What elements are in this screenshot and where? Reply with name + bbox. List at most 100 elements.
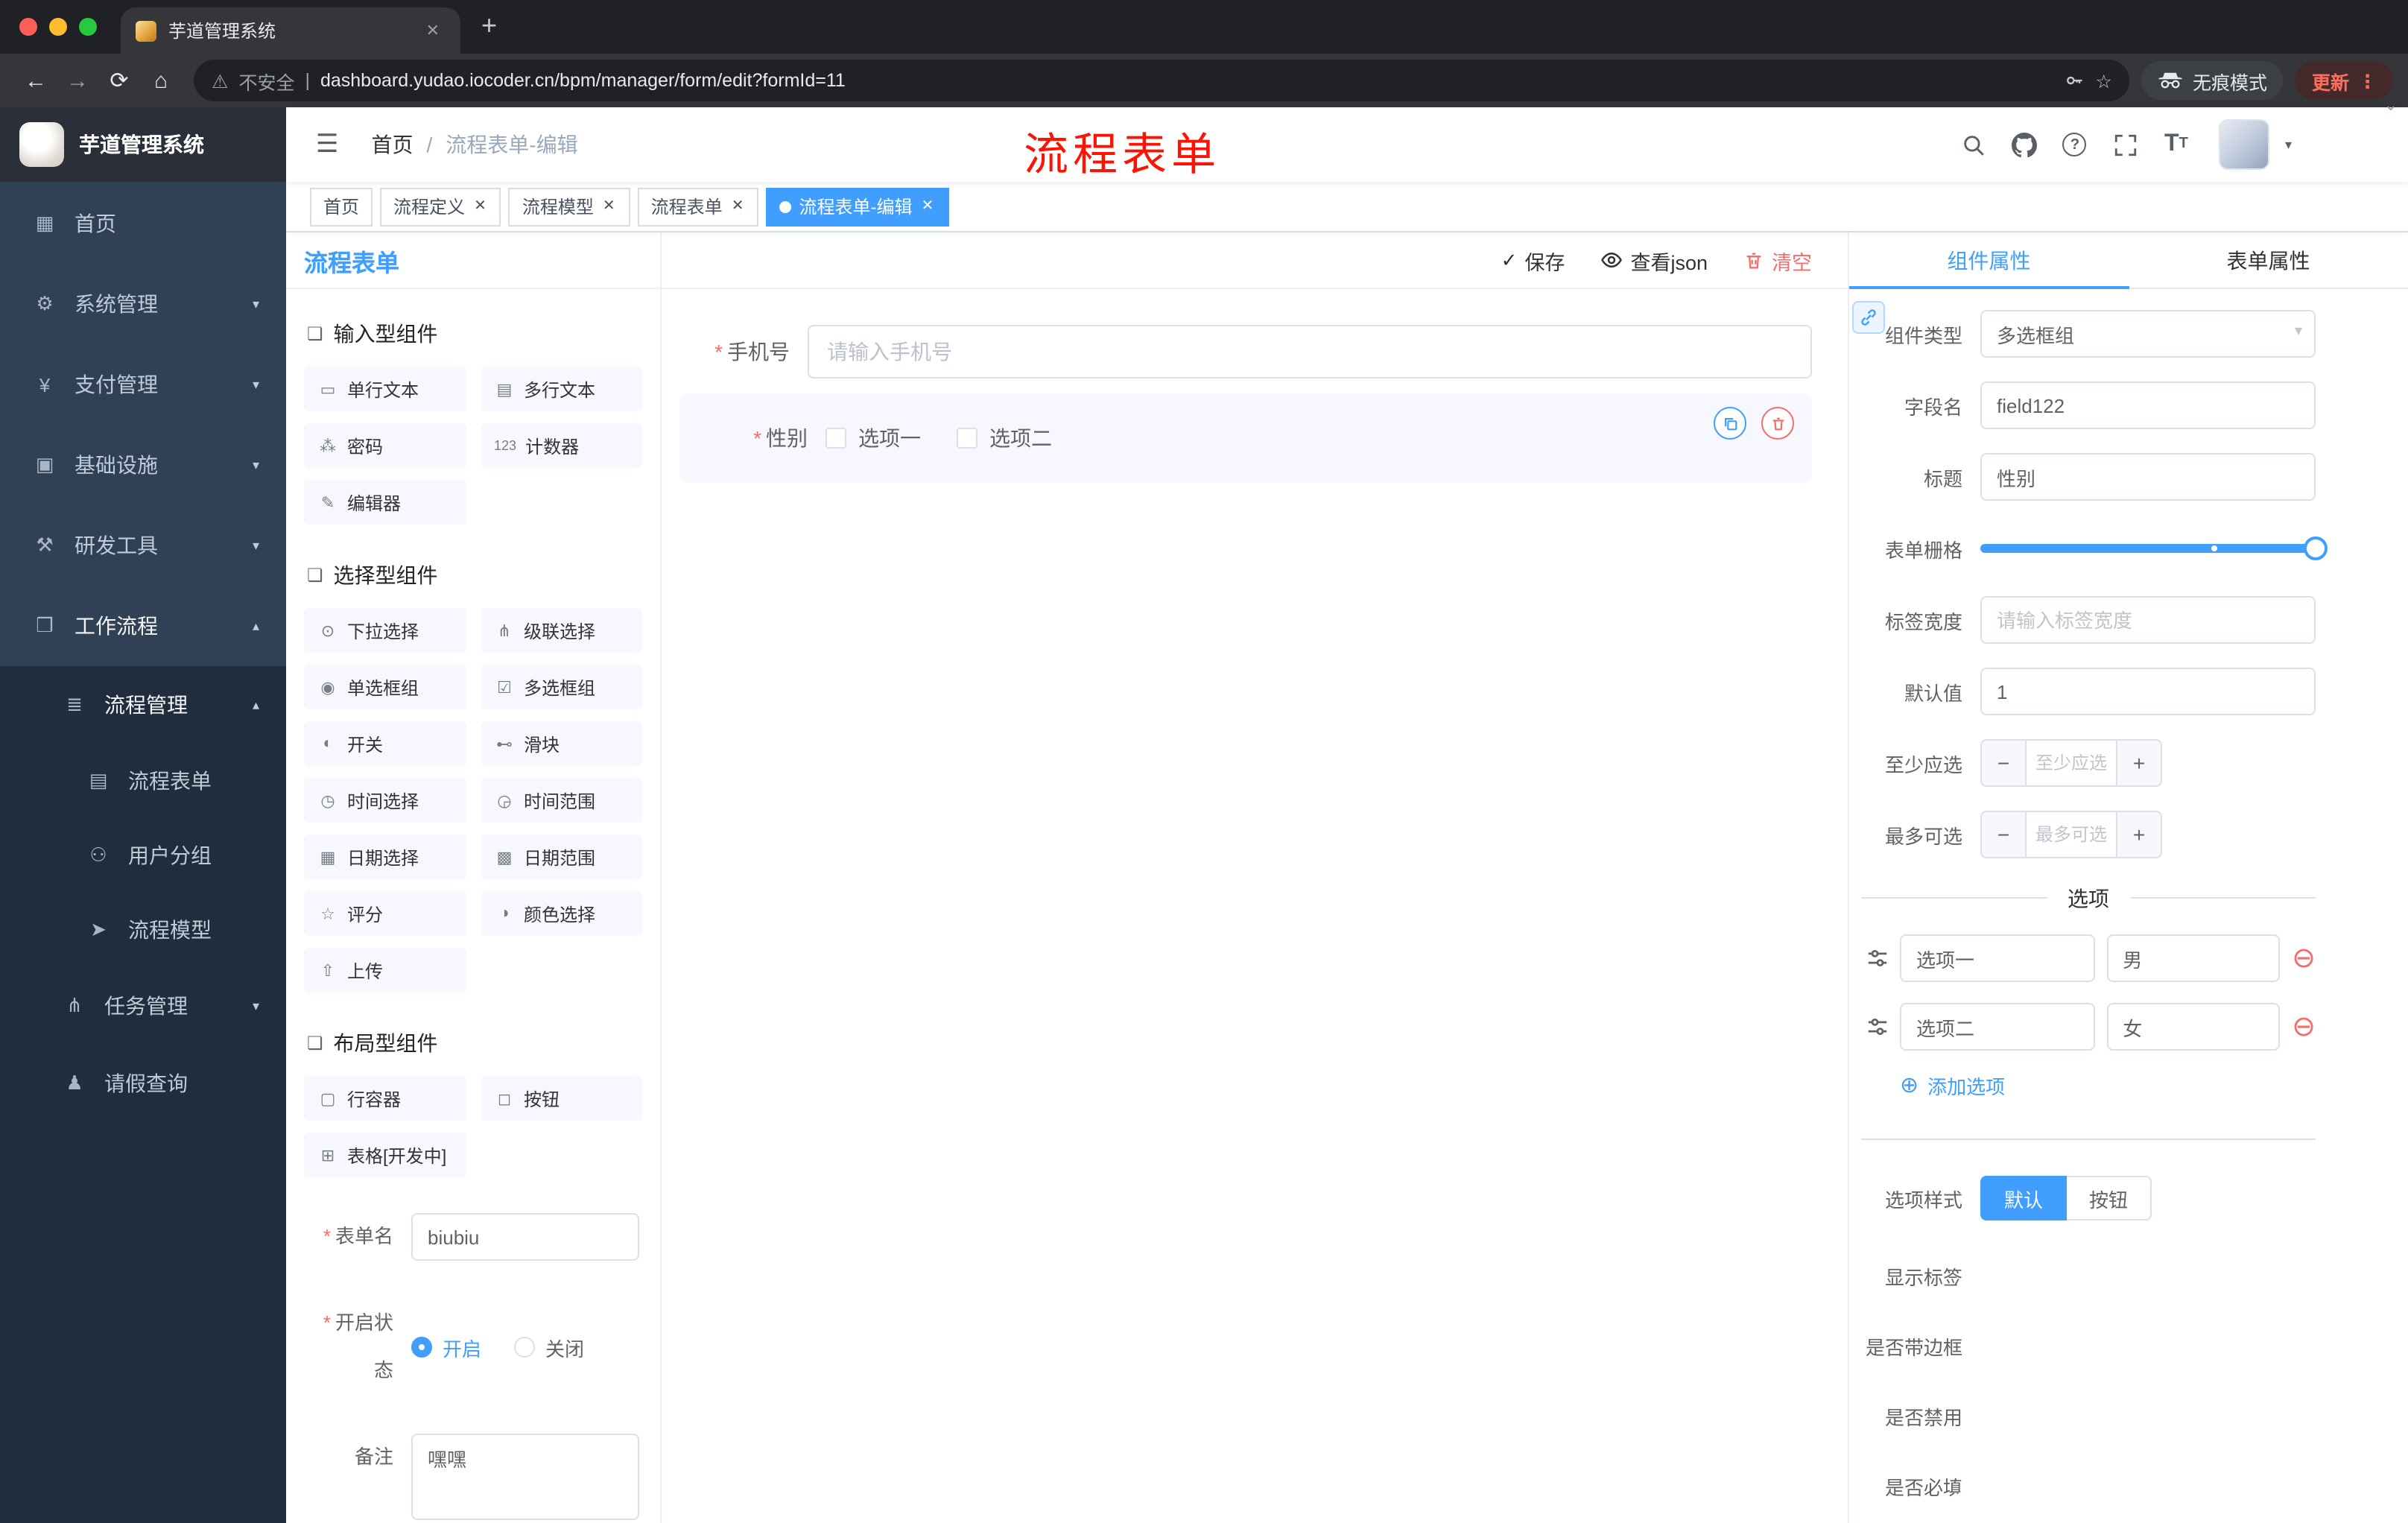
palette-item-table[interactable]: ⊞ 表格[开发中] [304,1133,466,1177]
close-icon[interactable]: ✕ [472,198,488,215]
min-select-input[interactable] [2027,741,2116,785]
view-json-button[interactable]: 查看json [1600,245,1708,275]
status-on-radio[interactable]: 开启 [411,1333,481,1361]
back-button[interactable]: ← [15,60,57,101]
tab-process-form[interactable]: 流程表单 ✕ [637,187,759,226]
tab-component-props[interactable]: 组件属性 [1849,232,2129,289]
minus-button[interactable]: − [1982,741,2027,785]
sidebar-item-process-management[interactable]: ≣ 流程管理 ▴ [0,666,286,744]
not-secure-label[interactable]: 不安全 [238,66,294,95]
form-name-input[interactable] [411,1213,639,1261]
palette-item-date-range[interactable]: ▩ 日期范围 [481,835,642,879]
sidebar-item-workflow[interactable]: ❒ 工作流程 ▴ [0,586,286,666]
hamburger-icon[interactable]: ☰ [310,130,345,159]
avatar-caret-icon[interactable]: ▾ [2285,136,2292,153]
palette-item-rate[interactable]: ☆ 评分 [304,891,466,936]
palette-item-color-picker[interactable]: ◑ 颜色选择 [481,891,642,936]
sidebar-item-user-group[interactable]: ⚇ 用户分组 [0,818,286,893]
component-type-value[interactable] [1980,310,2316,358]
link-icon[interactable] [1852,301,1885,334]
style-button-button[interactable]: 按钮 [2067,1176,2152,1220]
window-zoom-button[interactable] [79,18,97,36]
fullscreen-icon[interactable] [2112,131,2139,158]
tab-form-props[interactable]: 表单属性 [2129,232,2408,288]
sidebar-item-leave-query[interactable]: ♟ 请假查询 [0,1045,286,1122]
title-input[interactable] [1980,453,2316,501]
url-text[interactable]: dashboard.yudao.iocoder.cn/bpm/manager/f… [320,70,846,91]
field-name-input[interactable] [1980,381,2316,429]
sidebar-item-process-form[interactable]: ▤ 流程表单 [0,744,286,818]
browser-tab[interactable]: 芋道管理系统 ✕ [121,7,460,54]
palette-item-cascader[interactable]: ⋔ 级联选择 [481,608,642,653]
sidebar-item-payment[interactable]: ¥ 支付管理 ▾ [0,344,286,425]
minus-button[interactable]: − [1982,812,2027,857]
status-off-radio[interactable]: 关闭 [514,1333,584,1361]
field-gender-selected[interactable]: * 性别 选项一 选项二 [679,393,1812,483]
palette-item-time-picker[interactable]: ◷ 时间选择 [304,778,466,823]
sidebar-item-infrastructure[interactable]: ▣ 基础设施 ▾ [0,425,286,505]
plus-button[interactable]: + [2116,812,2161,857]
close-icon[interactable]: ✕ [730,198,746,215]
style-default-button[interactable]: 默认 [1980,1176,2068,1220]
option1-value-input[interactable] [2106,934,2281,982]
plus-button[interactable]: + [2116,741,2161,785]
sidebar-item-devtools[interactable]: ⚒ 研发工具 ▾ [0,505,286,586]
palette-item-row-container[interactable]: ▢ 行容器 [304,1076,466,1121]
github-icon[interactable] [2011,131,2038,158]
palette-item-counter[interactable]: 123 计数器 [481,423,642,468]
palette-item-radio-group[interactable]: ◉ 单选框组 [304,665,466,709]
font-size-icon[interactable]: TT [2163,131,2190,158]
label-width-input[interactable] [1980,596,2316,644]
delete-component-button[interactable] [1761,407,1794,440]
home-button[interactable]: ⌂ [140,60,182,101]
palette-item-upload[interactable]: ⇧ 上传 [304,948,466,992]
reload-button[interactable]: ⟳ [98,60,140,101]
drawing-board[interactable]: * 手机号 请输入手机号 * 性别 选项一 选项二 [662,289,1848,1523]
breadcrumb-home[interactable]: 首页 [372,130,414,159]
gender-option2-checkbox[interactable]: 选项二 [957,423,1052,453]
palette-item-password[interactable]: ⁂ 密码 [304,423,466,468]
bookmark-star-icon[interactable]: ☆ [2096,69,2112,92]
option2-label-input[interactable] [1900,1003,2095,1051]
default-value-input[interactable] [1980,668,2316,715]
address-bar[interactable]: ⚠ 不安全 | dashboard.yudao.iocoder.cn/bpm/m… [194,60,2130,101]
palette-item-single-line-text[interactable]: ▭ 单行文本 [304,367,466,411]
palette-item-slider[interactable]: ⊷ 滑块 [481,721,642,766]
save-button[interactable]: ✓ 保存 [1501,245,1565,275]
tab-process-definition[interactable]: 流程定义 ✕ [380,187,501,226]
window-minimize-button[interactable] [49,18,67,36]
sidebar-item-task-management[interactable]: ⋔ 任务管理 ▾ [0,967,286,1045]
drag-handle-icon[interactable] [1867,948,1888,969]
close-icon[interactable]: ✕ [919,198,935,215]
toolbar-overflow-icon[interactable]: ⌄ [2384,95,2398,115]
palette-item-date-picker[interactable]: ▦ 日期选择 [304,835,466,879]
clear-button[interactable]: 清空 [1743,245,1812,275]
tab-process-form-edit[interactable]: 流程表单-编辑 ✕ [766,187,949,226]
browser-menu-icon[interactable]: ⋮ [2358,69,2377,92]
option2-value-input[interactable] [2106,1003,2281,1051]
palette-item-time-range[interactable]: ◶ 时间范围 [481,778,642,823]
component-type-select[interactable]: ▾ [1980,310,2316,358]
sidebar-item-home[interactable]: ▦ 首页 [0,183,286,264]
close-icon[interactable]: ✕ [601,198,617,215]
browser-update-button[interactable]: 更新 ⋮ [2295,61,2393,100]
forward-button[interactable]: → [57,60,98,101]
field-phone[interactable]: * 手机号 [679,325,1812,379]
new-tab-button[interactable]: + [460,10,497,54]
copy-component-button[interactable] [1714,407,1746,440]
palette-item-select[interactable]: ⊙ 下拉选择 [304,608,466,653]
tab-close-icon[interactable]: ✕ [420,18,446,43]
help-icon[interactable]: ? [2062,131,2088,158]
palette-item-button[interactable]: ◻ 按钮 [481,1076,642,1121]
tab-home[interactable]: 首页 [310,187,373,226]
grid-slider[interactable] [1980,536,2328,560]
drag-handle-icon[interactable] [1867,1016,1888,1037]
tab-process-model[interactable]: 流程模型 ✕ [508,187,630,226]
option1-label-input[interactable] [1900,934,2095,982]
sidebar-item-process-model[interactable]: ➤ 流程模型 [0,893,286,967]
remove-option-icon[interactable]: ⊖ [2292,1013,2316,1041]
avatar[interactable] [2219,119,2270,170]
form-remark-textarea[interactable]: 嘿嘿 [411,1434,639,1520]
window-close-button[interactable] [19,18,37,36]
phone-input[interactable] [808,325,1812,379]
